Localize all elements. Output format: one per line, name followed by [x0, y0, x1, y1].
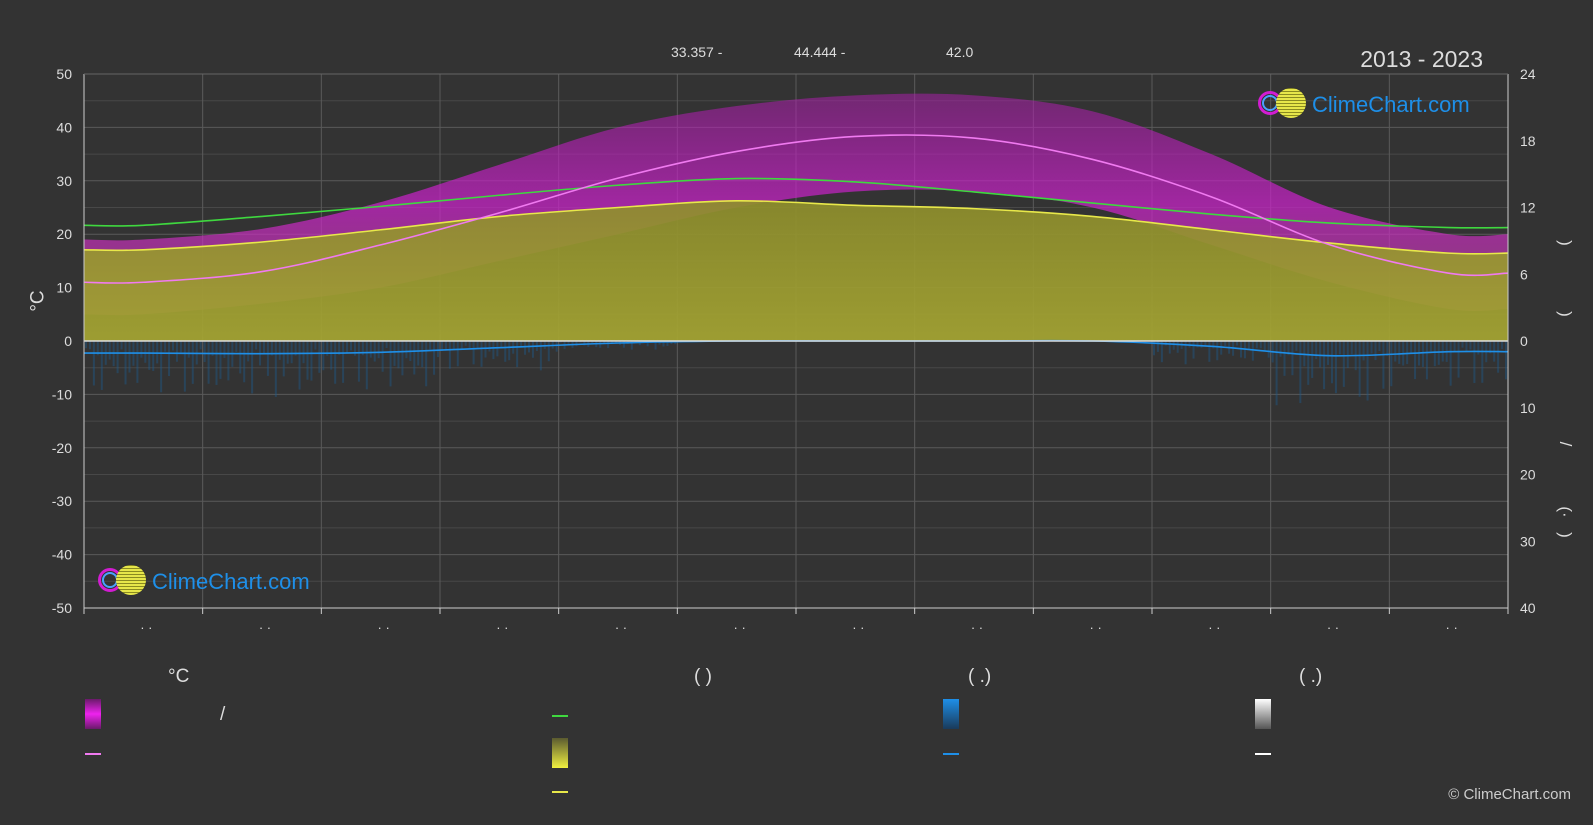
x-tick-label: · ·	[1327, 620, 1339, 635]
right-bottom-tick-label: 20	[1520, 467, 1536, 483]
climechart-logo-icon	[96, 565, 148, 599]
legend-slash: /	[220, 704, 226, 725]
left-tick-label: -40	[52, 547, 72, 563]
left-tick-label: 0	[64, 333, 72, 349]
x-tick-label: · ·	[496, 620, 508, 635]
climechart-logo-icon	[1256, 88, 1308, 122]
right-axis-symbol: )	[1556, 311, 1575, 317]
x-tick-label: · ·	[852, 620, 864, 635]
copyright: © ClimeChart.com	[1448, 786, 1571, 803]
left-tick-label: -50	[52, 600, 72, 616]
right-axis-symbol: /	[1556, 442, 1575, 447]
logo-bottom: ClimeChart.com	[96, 565, 310, 599]
right-bottom-tick-label: 40	[1520, 600, 1536, 616]
x-tick-label: · ·	[615, 620, 627, 635]
left-tick-label: 50	[56, 66, 72, 82]
header-stat-1: 33.357 -	[671, 44, 723, 60]
right-axis-symbol: )	[1556, 532, 1575, 538]
right-top-tick-label: 6	[1520, 266, 1528, 282]
left-tick-label: 30	[56, 173, 72, 189]
left-tick-label: 20	[56, 226, 72, 242]
x-tick-label: · ·	[1446, 620, 1458, 635]
legend-swatch-olive	[552, 738, 568, 768]
x-tick-label: · ·	[259, 620, 271, 635]
logo-text: ClimeChart.com	[1312, 92, 1470, 117]
right-top-tick-label: 0	[1520, 333, 1528, 349]
legend-head-sun: ( )	[694, 666, 712, 687]
x-tick-label: · ·	[378, 620, 390, 635]
right-top-tick-label: 12	[1520, 200, 1536, 216]
legend-head-temperature: °C	[168, 666, 190, 687]
area-layer	[84, 93, 1508, 341]
x-tick-label: · ·	[1208, 620, 1220, 635]
y-axis-label: °C	[27, 290, 49, 312]
left-tick-label: 40	[56, 119, 72, 135]
legend-swatch-blue	[943, 699, 959, 729]
year-range: 2013 - 2023	[1360, 46, 1483, 72]
right-axis-symbol: (·	[1556, 506, 1575, 517]
x-tick-label: · ·	[140, 620, 152, 635]
header-stat-2: 44.444 -	[794, 44, 846, 60]
climate-chart: 50 40 30 20 10 0 -10 -20 -30 -40 -50 24 18 12 6 0 10 20 30…	[52, 66, 1575, 793]
header-stat-3: 42.0	[946, 44, 974, 60]
x-tick-label: · ·	[1090, 620, 1102, 635]
right-bottom-tick-label: 30	[1520, 533, 1536, 549]
right-bottom-tick-label: 10	[1520, 400, 1536, 416]
legend-head-rain: ( .)	[968, 666, 992, 687]
right-axis-symbol: )	[1556, 240, 1575, 246]
left-tick-label: 10	[56, 280, 72, 296]
x-tick-label: · ·	[971, 620, 983, 635]
x-tick-label: · ·	[734, 620, 746, 635]
logo-top: ClimeChart.com	[1256, 88, 1470, 122]
left-tick-label: -20	[52, 440, 72, 456]
logo-text: ClimeChart.com	[152, 569, 310, 594]
legend-swatches	[85, 699, 1271, 793]
legend-swatch-magenta	[85, 699, 101, 729]
legend-head-snow: ( .)	[1299, 666, 1323, 687]
left-tick-label: -30	[52, 493, 72, 509]
right-top-tick-label: 18	[1520, 133, 1536, 149]
right-top-tick-label: 24	[1520, 66, 1536, 82]
left-tick-label: -10	[52, 386, 72, 402]
legend-swatch-white	[1255, 699, 1271, 729]
